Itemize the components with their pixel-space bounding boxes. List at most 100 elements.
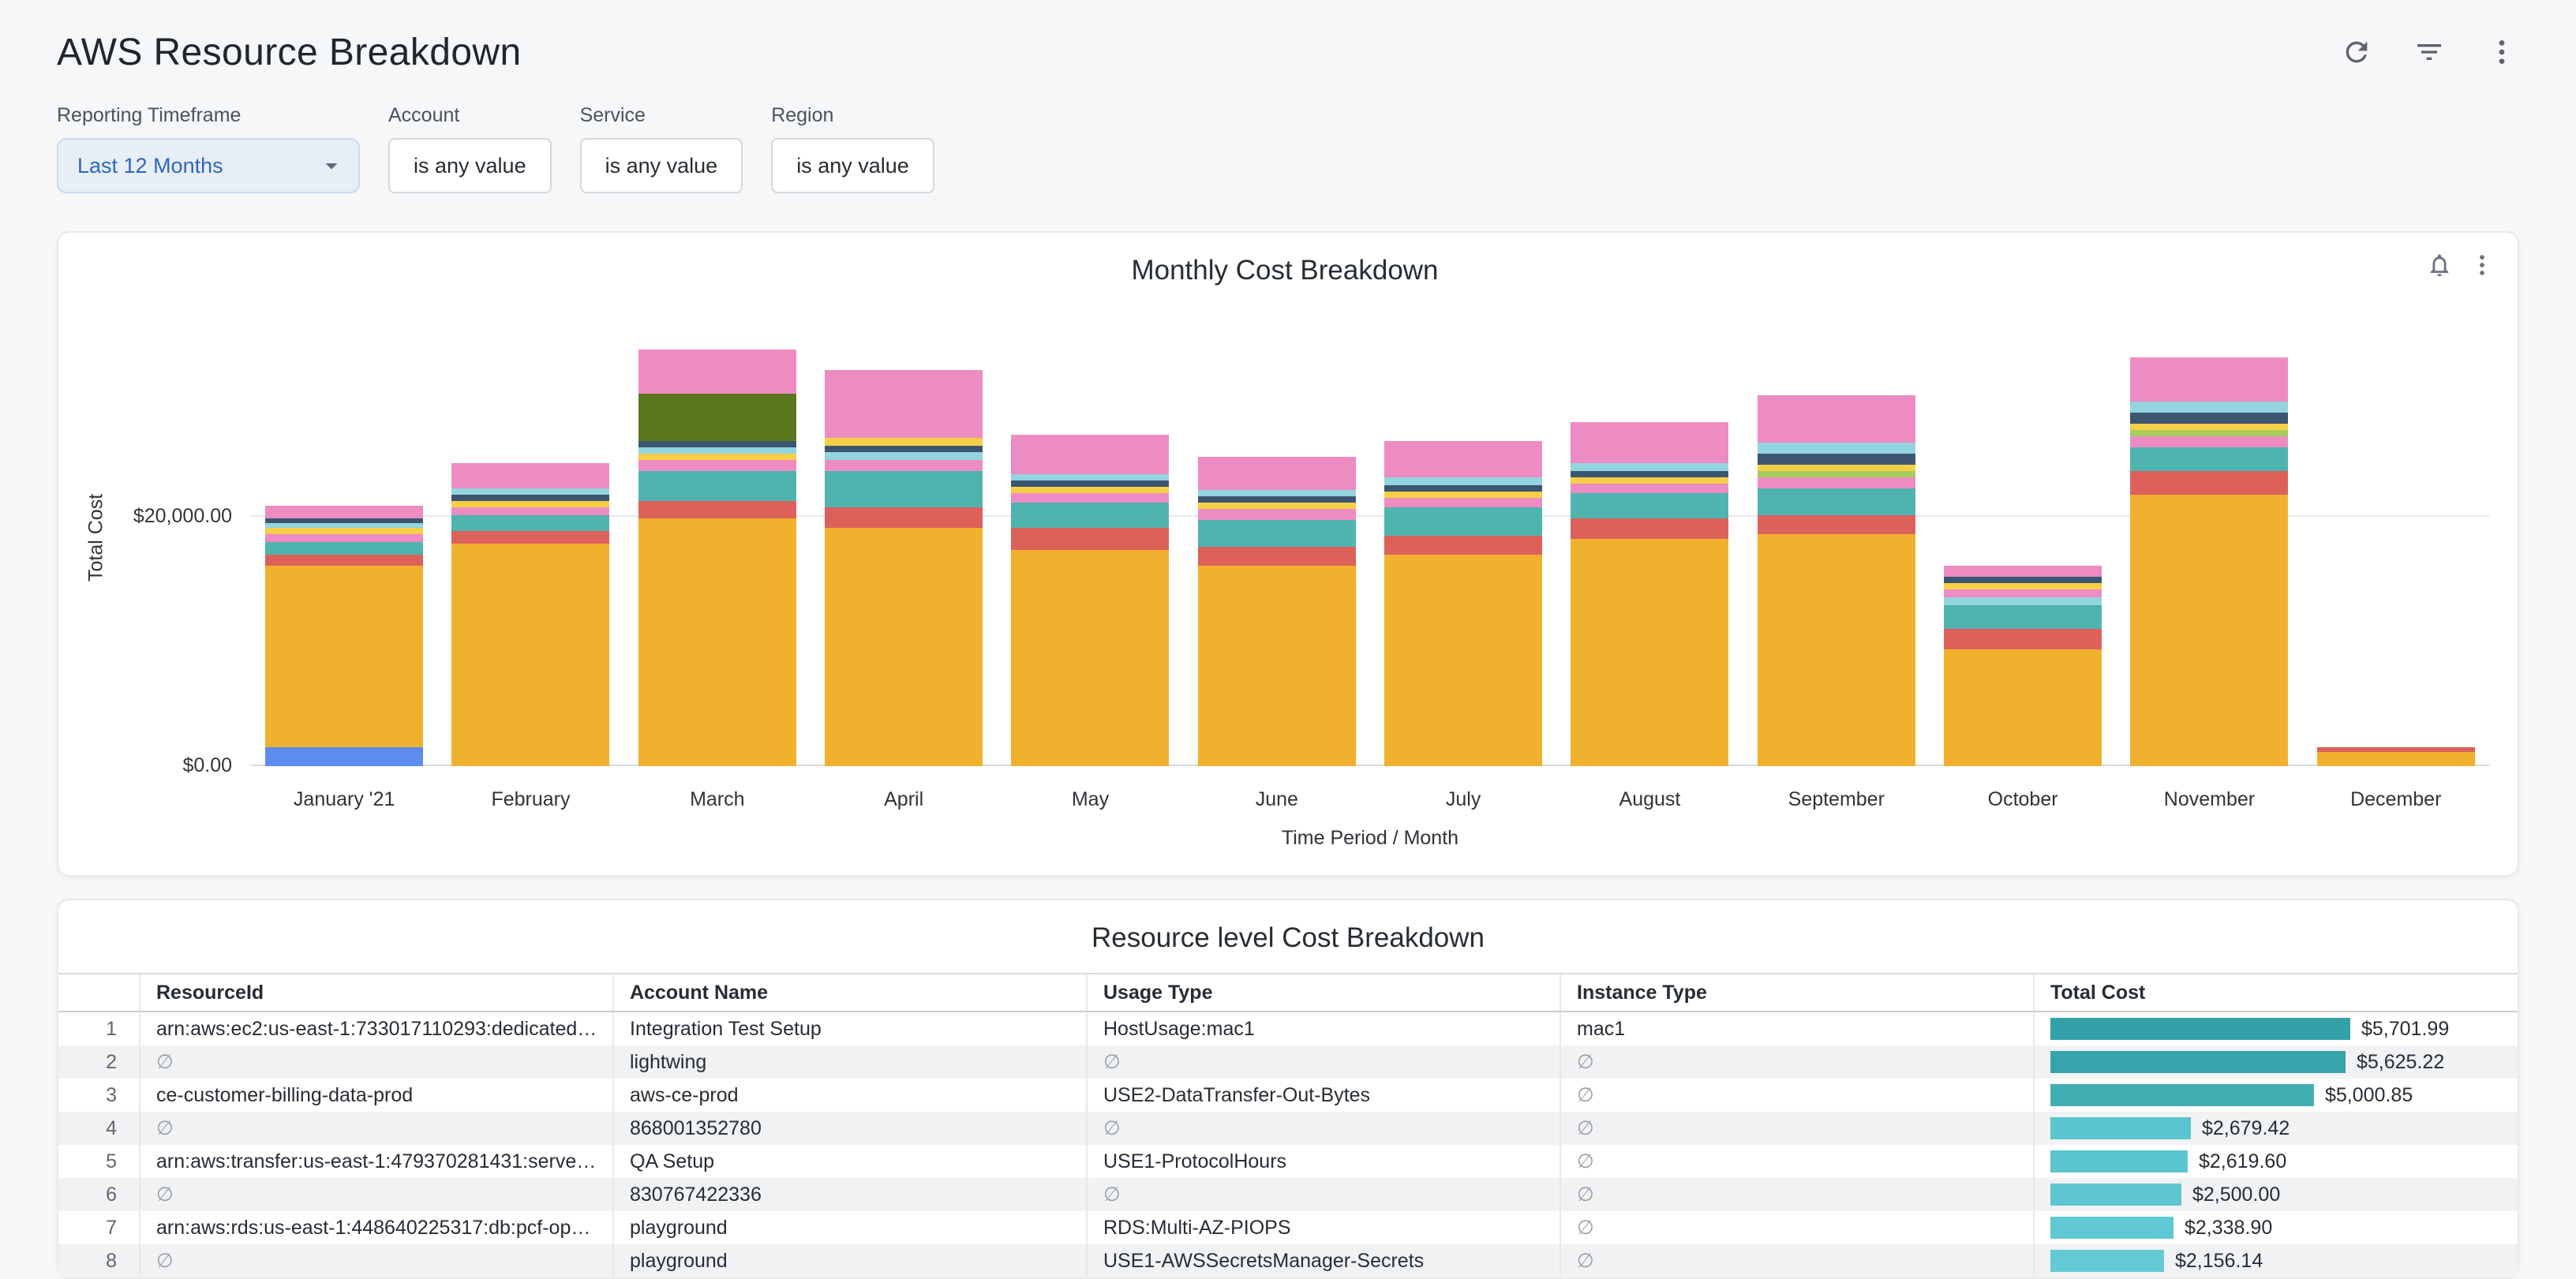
bar-segment[interactable] bbox=[2130, 402, 2288, 413]
bar-segment[interactable] bbox=[1758, 395, 1915, 443]
bar-segment[interactable] bbox=[451, 495, 609, 501]
total-cost-bar[interactable] bbox=[2050, 1018, 2350, 1040]
stacked-bar-august[interactable] bbox=[1571, 422, 1728, 766]
account-name-cell[interactable]: QA Setup bbox=[614, 1145, 1088, 1178]
bar-segment[interactable] bbox=[1198, 547, 1356, 566]
bar-segment[interactable] bbox=[451, 544, 609, 766]
total-cost-bar[interactable] bbox=[2050, 1051, 2346, 1073]
bar-segment[interactable] bbox=[638, 447, 796, 454]
usage-type-cell[interactable]: HostUsage:mac1 bbox=[1088, 1012, 1561, 1045]
stacked-bar-july[interactable] bbox=[1384, 441, 1542, 766]
bar-segment[interactable] bbox=[2130, 436, 2288, 447]
bar-segment[interactable] bbox=[265, 542, 423, 555]
bar-segment[interactable] bbox=[2130, 430, 2288, 436]
bar-segment[interactable] bbox=[1384, 477, 1542, 485]
bar-segment[interactable] bbox=[638, 501, 796, 518]
resource-id-cell[interactable]: ∅ bbox=[140, 1112, 614, 1145]
resource-id-cell[interactable]: ∅ bbox=[140, 1178, 614, 1211]
bar-segment[interactable] bbox=[638, 394, 796, 441]
bar-segment[interactable] bbox=[1011, 474, 1169, 481]
timeframe-dropdown[interactable]: Last 12 Months bbox=[57, 138, 360, 193]
stacked-bar-september[interactable] bbox=[1758, 395, 1915, 766]
bar-segment[interactable] bbox=[638, 471, 796, 501]
bar-segment[interactable] bbox=[1384, 492, 1542, 498]
usage-type-cell[interactable]: USE2-DataTransfer-Out-Bytes bbox=[1088, 1079, 1561, 1112]
stacked-bar-january-21[interactable] bbox=[265, 506, 423, 766]
instance-type-cell[interactable]: ∅ bbox=[1561, 1244, 2035, 1277]
bar-segment[interactable] bbox=[1198, 566, 1356, 766]
bar-segment[interactable] bbox=[1758, 465, 1915, 471]
usage-type-cell[interactable]: ∅ bbox=[1088, 1178, 1561, 1211]
more-menu-icon[interactable] bbox=[2484, 35, 2519, 69]
alert-bell-icon[interactable] bbox=[2426, 252, 2453, 279]
instance-type-cell[interactable]: ∅ bbox=[1561, 1045, 2035, 1079]
usage-type-cell[interactable]: USE1-AWSSecretsManager-Secrets bbox=[1088, 1244, 1561, 1277]
total-cost-cell[interactable]: $2,679.42 bbox=[2035, 1112, 2518, 1145]
bar-segment[interactable] bbox=[1944, 566, 2102, 577]
bar-segment[interactable] bbox=[2130, 413, 2288, 424]
bar-segment[interactable] bbox=[2130, 357, 2288, 402]
bar-segment[interactable] bbox=[1571, 484, 1728, 493]
bar-segment[interactable] bbox=[825, 460, 983, 471]
bar-segment[interactable] bbox=[451, 463, 609, 488]
total-cost-cell[interactable]: $2,619.60 bbox=[2035, 1145, 2518, 1178]
total-cost-cell[interactable]: $2,338.90 bbox=[2035, 1211, 2518, 1244]
account-name-cell[interactable]: 868001352780 bbox=[614, 1112, 1088, 1145]
bar-segment[interactable] bbox=[1944, 583, 2102, 589]
bar-segment[interactable] bbox=[825, 446, 983, 452]
bar-segment[interactable] bbox=[2130, 495, 2288, 766]
chart-more-menu-icon[interactable] bbox=[2469, 252, 2496, 279]
bar-segment[interactable] bbox=[1571, 477, 1728, 484]
bar-segment[interactable] bbox=[1571, 518, 1728, 539]
bar-segment[interactable] bbox=[2130, 447, 2288, 471]
bar-segment[interactable] bbox=[1758, 454, 1915, 465]
bar-segment[interactable] bbox=[1944, 629, 2102, 649]
bar-segment[interactable] bbox=[265, 506, 423, 518]
bar-segment[interactable] bbox=[1011, 503, 1169, 528]
account-filter-button[interactable]: is any value bbox=[388, 138, 552, 193]
usage-type-cell[interactable]: RDS:Multi-AZ-PIOPS bbox=[1088, 1211, 1561, 1244]
bar-segment[interactable] bbox=[638, 454, 796, 460]
bar-segment[interactable] bbox=[1011, 550, 1169, 766]
total-cost-bar[interactable] bbox=[2050, 1084, 2314, 1106]
stacked-bar-april[interactable] bbox=[825, 370, 983, 766]
resource-id-cell[interactable]: arn:aws:rds:us-east-1:448640225317:db:pc… bbox=[140, 1211, 614, 1244]
bar-segment[interactable] bbox=[1758, 488, 1915, 515]
instance-type-cell[interactable]: ∅ bbox=[1561, 1112, 2035, 1145]
stacked-bar-june[interactable] bbox=[1198, 457, 1356, 766]
bar-segment[interactable] bbox=[451, 531, 609, 544]
account-name-cell[interactable]: playground bbox=[614, 1244, 1088, 1277]
total-cost-cell[interactable]: $2,500.00 bbox=[2035, 1178, 2518, 1211]
bar-segment[interactable] bbox=[265, 528, 423, 534]
bar-segment[interactable] bbox=[1571, 422, 1728, 463]
table-header-resource-id[interactable]: ResourceId bbox=[140, 974, 614, 1011]
instance-type-cell[interactable]: ∅ bbox=[1561, 1178, 2035, 1211]
total-cost-bar[interactable] bbox=[2050, 1217, 2174, 1239]
bar-segment[interactable] bbox=[1758, 443, 1915, 454]
bar-segment[interactable] bbox=[1944, 577, 2102, 583]
bar-segment[interactable] bbox=[1384, 555, 1542, 766]
total-cost-bar[interactable] bbox=[2050, 1117, 2191, 1139]
bar-segment[interactable] bbox=[1758, 477, 1915, 488]
bar-segment[interactable] bbox=[2130, 424, 2288, 430]
account-name-cell[interactable]: Integration Test Setup bbox=[614, 1012, 1088, 1045]
bar-segment[interactable] bbox=[638, 441, 796, 447]
instance-type-cell[interactable]: ∅ bbox=[1561, 1145, 2035, 1178]
bar-segment[interactable] bbox=[451, 501, 609, 507]
bar-segment[interactable] bbox=[638, 518, 796, 766]
bar-segment[interactable] bbox=[1198, 490, 1356, 496]
stacked-bar-march[interactable] bbox=[638, 350, 796, 766]
resource-id-cell[interactable]: ce-customer-billing-data-prod bbox=[140, 1079, 614, 1112]
instance-type-cell[interactable]: mac1 bbox=[1561, 1012, 2035, 1045]
bar-segment[interactable] bbox=[1944, 597, 2102, 605]
region-filter-button[interactable]: is any value bbox=[771, 138, 934, 193]
bar-segment[interactable] bbox=[1384, 507, 1542, 536]
service-filter-button[interactable]: is any value bbox=[580, 138, 743, 193]
bar-segment[interactable] bbox=[825, 370, 983, 438]
bar-segment[interactable] bbox=[1198, 503, 1356, 509]
resource-id-cell[interactable]: arn:aws:ec2:us-east-1:733017110293:dedic… bbox=[140, 1012, 614, 1045]
usage-type-cell[interactable]: ∅ bbox=[1088, 1045, 1561, 1079]
account-name-cell[interactable]: 830767422336 bbox=[614, 1178, 1088, 1211]
total-cost-cell[interactable]: $5,701.99 bbox=[2035, 1012, 2518, 1045]
refresh-icon[interactable] bbox=[2339, 35, 2374, 69]
